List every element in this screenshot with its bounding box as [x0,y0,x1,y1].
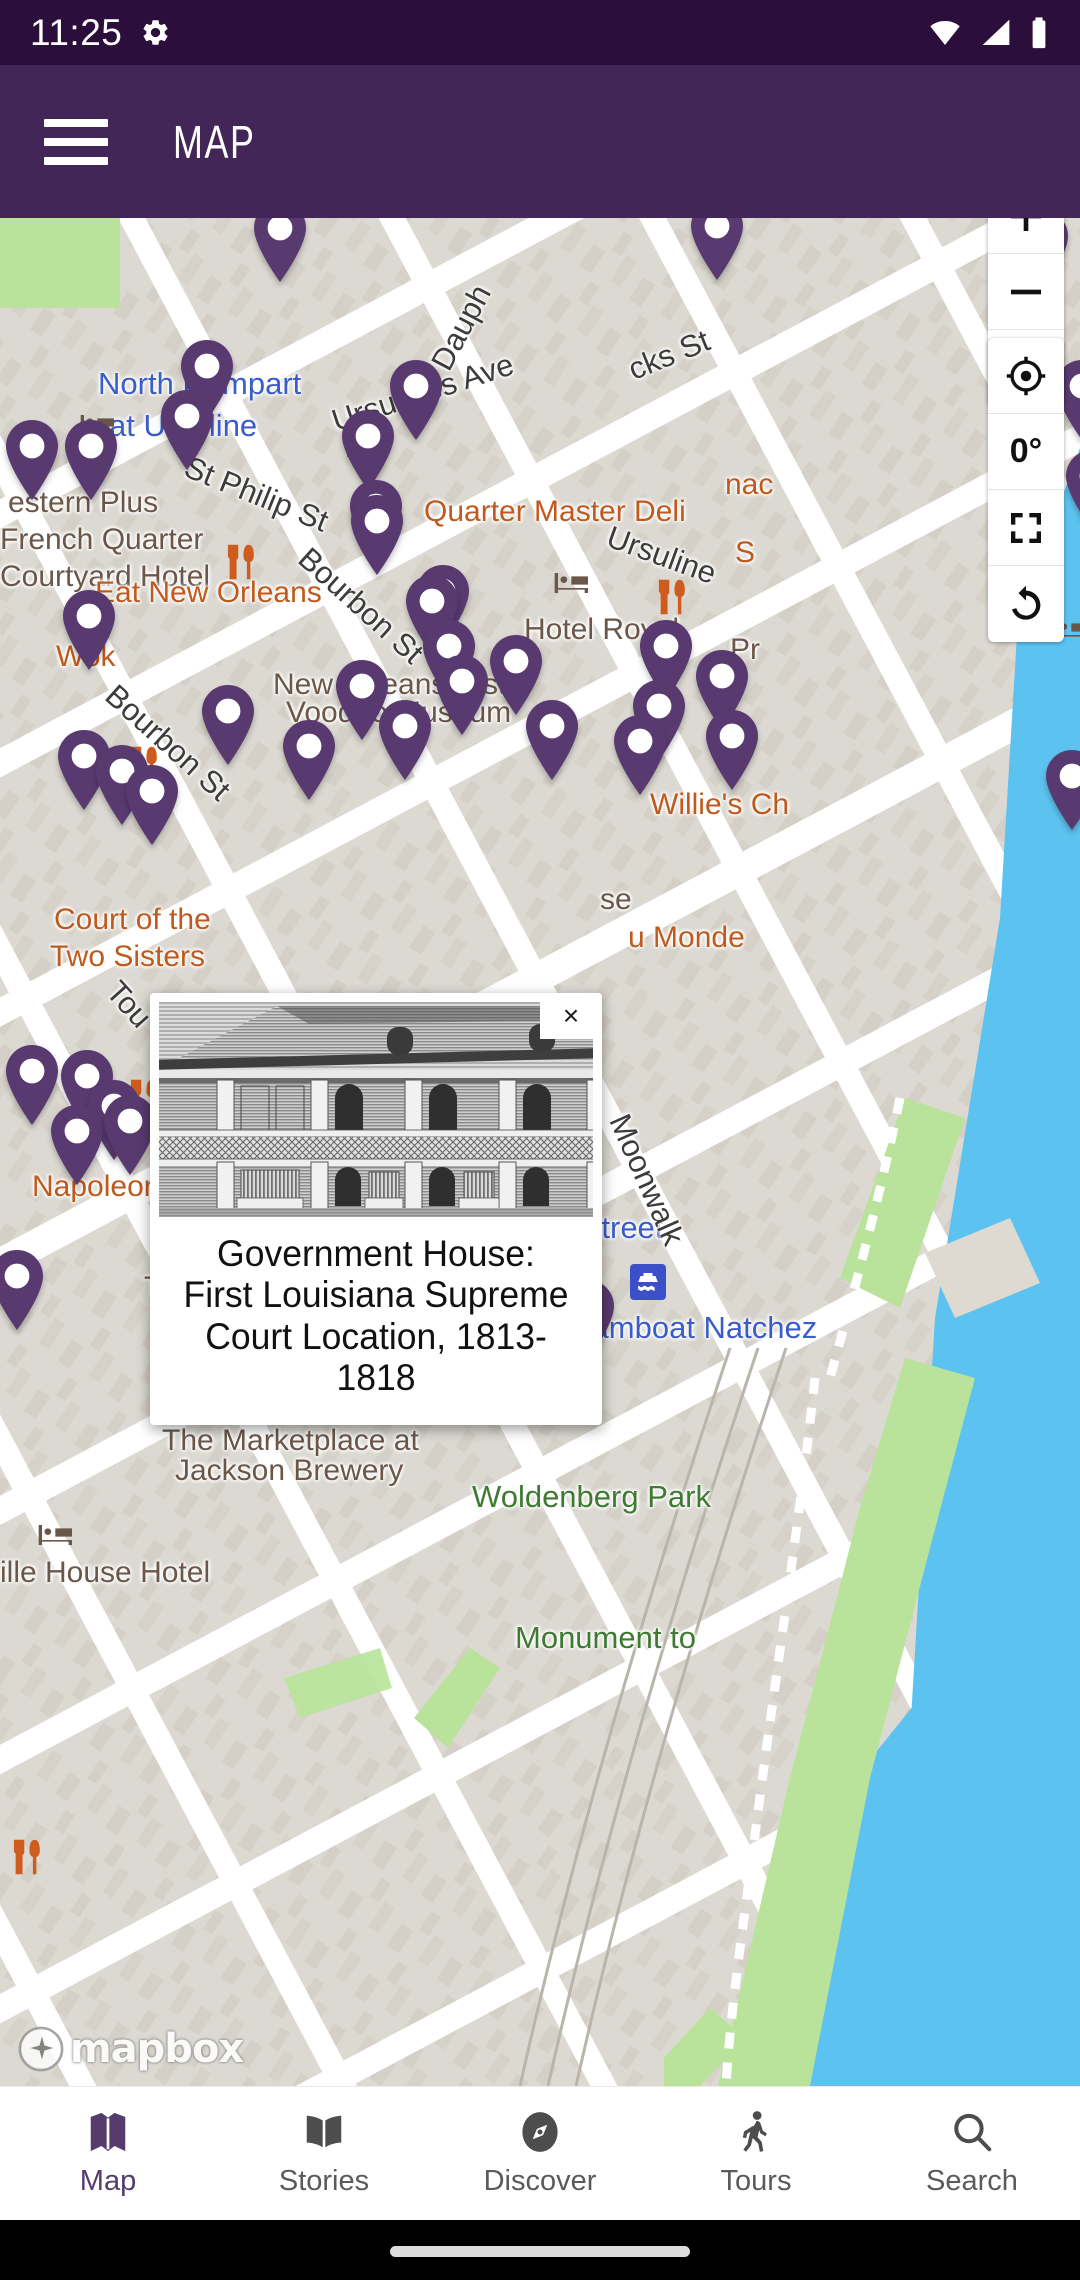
status-bar: 11:25 [0,0,1080,65]
nav-item-stories[interactable]: Stories [216,2087,432,2220]
zoom-in-button[interactable] [988,218,1064,254]
gear-icon [143,20,168,45]
map-action-controls[interactable]: 0° [988,338,1064,642]
refresh-button[interactable] [988,566,1064,642]
map-marker-pin[interactable] [196,683,260,767]
nav-label-search: Search [926,2165,1018,2197]
page-title: MAP [173,115,256,168]
nav-label-stories: Stories [278,2165,370,2197]
map-marker-pin[interactable] [59,418,123,502]
book-icon [306,2115,342,2148]
popup-title: Government House: First Louisiana Suprem… [183,1233,569,1399]
walking-icon [742,2111,767,2152]
hamburger-menu-icon[interactable] [44,118,108,165]
map-marker-pin[interactable] [430,653,494,737]
map-marker-pin[interactable] [520,698,584,782]
nav-item-search[interactable]: Search [864,2087,1080,2220]
map-marker-pin[interactable] [1040,748,1080,832]
map-marker-pin[interactable] [120,763,184,847]
map-marker-pin[interactable] [277,718,341,802]
popup-image [159,1002,593,1217]
battery-icon [1032,16,1046,48]
nav-label-map: Map [79,2165,137,2197]
locate-button[interactable] [988,338,1064,414]
mapbox-attribution[interactable]: mapbox [18,2026,244,2072]
mapbox-logo-icon [18,2026,64,2072]
status-bar-left: 11:25 [30,12,171,54]
gesture-navigation-bar [0,2220,1080,2280]
map-icon [90,2112,126,2152]
zoom-out-button[interactable] [988,254,1064,330]
map-marker-pin[interactable] [248,218,312,284]
status-time: 11:25 [30,11,123,53]
popup-close-button[interactable]: × [540,993,602,1039]
map-marker-pin[interactable] [0,1043,64,1127]
nav-label-tours: Tours [720,2165,792,2197]
fullscreen-button[interactable] [988,490,1064,566]
nav-item-discover[interactable]: Discover [432,2087,648,2220]
compass-button[interactable]: 0° [988,414,1064,490]
home-indicator[interactable] [390,2246,690,2257]
compass-icon [522,2112,558,2152]
app-bar: MAP [0,65,1080,218]
mapbox-wordmark: mapbox [70,2026,244,2072]
wifi-icon [930,20,960,45]
map-marker-pin[interactable] [345,493,409,577]
search-icon [954,2113,992,2152]
cellular-signal-icon [982,19,1010,45]
map-marker-pin[interactable] [373,698,437,782]
app-screen: 11:25 MAP North Rampart at Ave Dauph cks… [0,0,1080,2280]
map-marker-pin[interactable] [155,388,219,472]
map-marker-pin[interactable] [700,708,764,792]
status-bar-right [926,16,1050,50]
map-canvas[interactable]: North Rampartat UrsulineUrsulines AveDau… [0,218,1080,2086]
place-popup-card[interactable]: × Government House: First Louisiana Supr… [150,993,602,1425]
nav-item-tours[interactable]: Tours [648,2087,864,2220]
nav-item-map[interactable]: Map [0,2087,216,2220]
bottom-navigation-bar[interactable]: Map Stories Discover Tours Search [0,2086,1080,2220]
map-marker-pin[interactable] [608,713,672,797]
map-marker-pin[interactable] [57,588,121,672]
nav-label-discover: Discover [483,2165,597,2197]
map-marker-pin[interactable] [685,218,749,282]
map-marker-pin[interactable] [0,418,64,502]
map-marker-pin[interactable] [0,1248,49,1332]
